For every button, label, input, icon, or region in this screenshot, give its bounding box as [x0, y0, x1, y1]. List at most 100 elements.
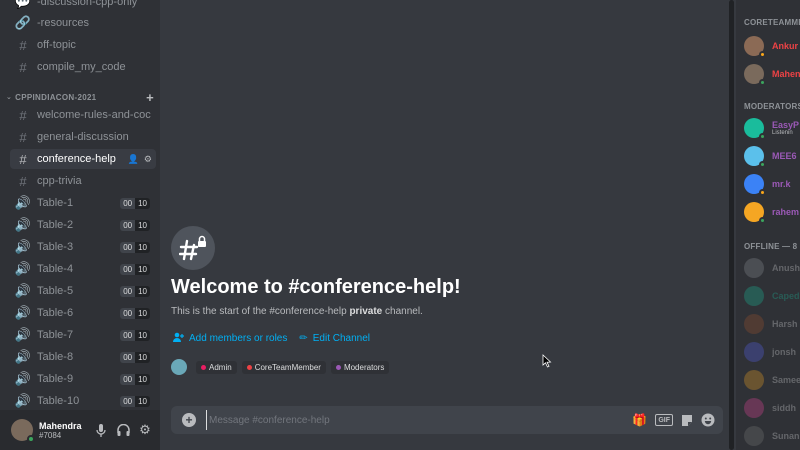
gif-button[interactable]: GIF: [655, 414, 673, 426]
emoji-icon[interactable]: [701, 413, 715, 427]
member-item[interactable]: siddh: [744, 396, 800, 420]
edit-channel-button[interactable]: ✏ Edit Channel: [299, 332, 370, 345]
category-header[interactable]: ⌄ CPPINDIACON-2021 +: [6, 90, 154, 105]
channel-item-off-topic[interactable]: # off-topic: [10, 35, 156, 55]
voice-channel-item[interactable]: 🔊 Table-4 00 10: [10, 259, 156, 279]
voice-channel-item[interactable]: 🔊 Table-6 00 10: [10, 303, 156, 323]
chat-area: Welcome to #conference-help! This is the…: [160, 0, 726, 450]
voice-channel-label: Table-3: [37, 241, 74, 253]
channel-item-resources[interactable]: 🔗 -resources: [10, 13, 156, 33]
user-limit: 10: [135, 197, 150, 209]
user-limit-badge: 00 10: [120, 219, 150, 231]
voice-channel-label: Table-6: [37, 307, 74, 319]
member-item[interactable]: EasyP Listenin: [744, 116, 800, 140]
avatar: [171, 359, 187, 375]
hash-icon: #: [19, 151, 27, 167]
member-item[interactable]: Sunan: [744, 424, 800, 448]
gift-icon[interactable]: 🎁: [632, 413, 647, 427]
status-indicator: [759, 51, 766, 58]
member-item[interactable]: Mahen: [744, 62, 800, 86]
page-title: Welcome to #conference-help!: [171, 276, 461, 298]
role-label: Moderators: [343, 362, 385, 372]
add-members-button[interactable]: Add members or roles: [173, 332, 287, 345]
member-activity: Listenin: [772, 130, 793, 136]
voice-channel-item[interactable]: 🔊 Table-9 00 10: [10, 369, 156, 389]
message-input[interactable]: [206, 410, 633, 430]
member-item[interactable]: Ankur: [744, 34, 800, 58]
link-icon: 🔗: [14, 15, 32, 30]
user-count: 00: [120, 307, 136, 319]
channel-item-conference-help[interactable]: # conference-help 👤 ⚙: [10, 149, 156, 169]
user-count: 00: [120, 329, 136, 341]
channel-item-discussion-cpp-only[interactable]: 💬 -discussion-cpp-only: [10, 0, 156, 12]
sticker-icon[interactable]: [681, 413, 693, 427]
hash-icon: #: [19, 37, 27, 53]
channel-label: -discussion-cpp-only: [37, 0, 138, 8]
avatar: [744, 286, 764, 306]
user-count: 00: [120, 285, 136, 297]
role-color-dot: [246, 364, 252, 370]
role-pill[interactable]: Admin: [196, 360, 237, 374]
voice-channel-item[interactable]: 🔊 Table-7 00 10: [10, 325, 156, 345]
voice-channel-label: Table-5: [37, 285, 74, 297]
channel-label: compile_my_code: [37, 61, 126, 73]
member-item[interactable]: rahem: [744, 200, 800, 224]
member-section-header: CORETEAMME: [744, 18, 800, 27]
member-item[interactable]: Caped: [744, 284, 800, 308]
status-indicator: [759, 79, 766, 86]
member-item[interactable]: jonsh: [744, 340, 800, 364]
welcome-subtitle-prefix: This is the start of the #conference-hel…: [171, 306, 350, 317]
user-limit-badge: 00 10: [120, 351, 150, 363]
hash-icon: #: [19, 107, 27, 123]
channel-item-welcome-rules-and-coc[interactable]: # welcome-rules-and-coc: [10, 105, 156, 125]
channel-item-cpp-trivia[interactable]: # cpp-trivia: [10, 171, 156, 191]
hash-icon: #: [19, 129, 27, 145]
headphones-icon[interactable]: [116, 423, 130, 437]
member-name: Mahen: [772, 69, 800, 79]
channel-label: -resources: [37, 17, 89, 29]
member-item[interactable]: Anush: [744, 256, 800, 280]
member-section-header: OFFLINE — 8: [744, 242, 798, 251]
gear-icon[interactable]: ⚙: [144, 154, 152, 165]
member-item[interactable]: MEE6: [744, 144, 800, 168]
edit-channel-label: Edit Channel: [312, 333, 371, 344]
speaker-icon: 🔊: [14, 327, 32, 342]
user-limit-badge: 00 10: [120, 373, 150, 385]
status-indicator: [759, 217, 766, 224]
member-item[interactable]: Samee: [744, 368, 800, 392]
avatar[interactable]: [11, 419, 35, 443]
channel-item-general-discussion[interactable]: # general-discussion: [10, 127, 156, 147]
welcome-subtitle-suffix: channel.: [382, 306, 423, 317]
microphone-icon[interactable]: [94, 423, 108, 437]
user-limit: 10: [135, 285, 150, 297]
role-label: CoreTeamMember: [254, 362, 321, 372]
voice-channel-item[interactable]: 🔊 Table-5 00 10: [10, 281, 156, 301]
scrollbar-thumb[interactable]: [729, 0, 734, 450]
voice-channel-label: Table-9: [37, 373, 74, 385]
speaker-icon: 🔊: [14, 371, 32, 386]
invite-icon[interactable]: 👤: [128, 154, 139, 165]
category-label: CPPINDIACON-2021: [15, 92, 97, 102]
online-status-indicator: [27, 435, 35, 443]
user-count: 00: [120, 241, 136, 253]
user-count: 00: [120, 197, 136, 209]
voice-channel-item[interactable]: 🔊 Table-8 00 10: [10, 347, 156, 367]
member-item[interactable]: Harsh: [744, 312, 800, 336]
voice-channel-label: Table-2: [37, 219, 74, 231]
voice-channel-item[interactable]: 🔊 Table-2 00 10: [10, 215, 156, 235]
add-channel-icon[interactable]: +: [146, 90, 154, 105]
user-limit-badge: 00 10: [120, 285, 150, 297]
chat-bubbles-icon: 💬: [14, 0, 32, 9]
role-pill[interactable]: CoreTeamMember: [241, 360, 326, 374]
pencil-icon: ✏: [299, 333, 308, 344]
voice-channel-item[interactable]: 🔊 Table-1 00 10: [10, 193, 156, 213]
add-attachment-button[interactable]: +: [182, 413, 196, 427]
member-item[interactable]: mr.k: [744, 172, 800, 196]
voice-channel-item[interactable]: 🔊 Table-10 00 10: [10, 391, 156, 410]
avatar: [744, 36, 766, 58]
voice-channel-item[interactable]: 🔊 Table-3 00 10: [10, 237, 156, 257]
role-pill[interactable]: Moderators: [330, 360, 390, 374]
gear-icon[interactable]: ⚙: [138, 422, 152, 437]
user-limit: 10: [135, 329, 150, 341]
channel-item-compile-my-code[interactable]: # compile_my_code: [10, 57, 156, 77]
